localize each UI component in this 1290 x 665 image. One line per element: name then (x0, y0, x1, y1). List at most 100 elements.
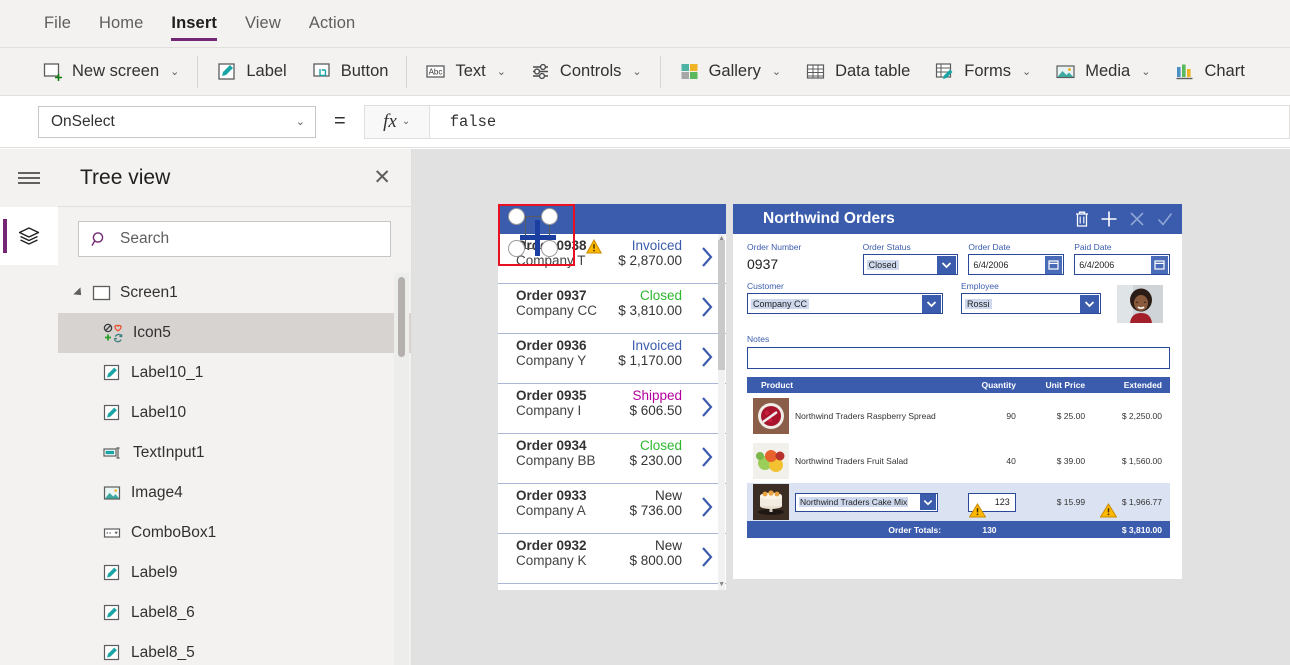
calendar-icon[interactable] (1151, 256, 1168, 274)
chevron-right-icon[interactable] (700, 396, 714, 418)
tree-item-image4[interactable]: Image4 (58, 473, 411, 513)
chevron-down-icon[interactable] (922, 295, 941, 313)
gallery-item[interactable]: Order 0935 Shipped Company I $ 606.50 (498, 384, 726, 434)
gallery-item[interactable]: Order 0933 New Company A $ 736.00 (498, 484, 726, 534)
gallery-item[interactable]: Order 0937 Closed Company CC $ 3,810.00 (498, 284, 726, 334)
field-label: Customer (747, 281, 943, 291)
menu-tab-home[interactable]: Home (85, 0, 157, 47)
menu-tab-file[interactable]: File (30, 0, 85, 47)
ribbon-button-button[interactable]: Button (299, 52, 401, 92)
field-employee: Employee Rossi (961, 281, 1101, 323)
tree-item-textinput1[interactable]: TextInput1 (58, 433, 411, 473)
chevron-right-icon[interactable] (700, 346, 714, 368)
move-crosshair-icon[interactable] (520, 220, 556, 256)
gallery-row-top: Order 0933 New (516, 488, 718, 503)
quantity-value: 123 (995, 497, 1010, 507)
orders-gallery[interactable]: Order 0938 Invoiced Company T $ 2,870.00 (498, 204, 726, 590)
field-label: Order Date (968, 242, 1064, 252)
tree-item-screen1[interactable]: Screen1 (58, 273, 411, 313)
ribbon-item-label: Forms (964, 62, 1011, 81)
ribbon-controls-button[interactable]: Controls ⌄ (518, 52, 654, 92)
order-company: Company K (516, 553, 587, 568)
chevron-down-icon[interactable] (1080, 295, 1099, 313)
product-warning-icon (969, 503, 986, 518)
ribbon-chart-button[interactable]: Chart (1162, 52, 1256, 92)
forms-icon (934, 61, 955, 82)
chevron-down-icon[interactable] (920, 494, 936, 510)
order-detail-form[interactable]: Northwind Orders (733, 204, 1182, 579)
scroll-down-icon[interactable]: ▼ (718, 581, 725, 588)
tree-item-combobox1[interactable]: ComboBox1 (58, 513, 411, 553)
cancel-icon[interactable] (1128, 210, 1146, 228)
order-status: Invoiced (632, 338, 682, 353)
order-status-dropdown[interactable]: Closed (863, 254, 959, 275)
customer-dropdown[interactable]: Company CC (747, 293, 943, 314)
detail-actions (1074, 210, 1174, 228)
employee-dropdown[interactable]: Rossi (961, 293, 1101, 314)
products-table-row[interactable]: Northwind Traders Fruit Salad 40 $ 39.00… (747, 438, 1170, 483)
confirm-icon[interactable] (1156, 210, 1174, 228)
delete-icon[interactable] (1074, 210, 1090, 228)
field-order-status: Order Status Closed (863, 242, 959, 275)
products-table: Product Quantity Unit Price Extended (747, 377, 1170, 538)
tree-item-label: ComboBox1 (131, 524, 216, 542)
ribbon-data-table-button[interactable]: Data table (793, 52, 922, 92)
add-icon[interactable] (1100, 210, 1118, 228)
ribbon-media-button[interactable]: Media ⌄ (1043, 52, 1162, 92)
products-table-edit-row[interactable]: Northwind Traders Cake Mix 123 (747, 483, 1170, 521)
tree-item-label9[interactable]: Label9 (58, 553, 411, 593)
label-control-icon (103, 404, 122, 422)
chevron-right-icon[interactable] (700, 296, 714, 318)
scroll-up-icon[interactable]: ▲ (718, 235, 725, 242)
gallery-row-bottom: Company K $ 800.00 (516, 553, 718, 568)
notes-input[interactable] (747, 347, 1170, 369)
calendar-icon[interactable] (1045, 256, 1062, 274)
ribbon-text-button[interactable]: Abc Text ⌄ (413, 52, 517, 92)
menu-tab-insert[interactable]: Insert (157, 0, 231, 47)
products-table-row[interactable]: Northwind Traders Raspberry Spread 90 $ … (747, 393, 1170, 438)
tree-item-label10[interactable]: Label10 (58, 393, 411, 433)
ribbon-item-label: Button (341, 62, 389, 81)
close-icon[interactable]: ✕ (373, 167, 391, 188)
rail-button-tree-view[interactable] (0, 207, 58, 265)
ribbon-item-label: Data table (835, 62, 910, 81)
order-date-picker[interactable]: 6/4/2006 (968, 254, 1064, 275)
tree-item-label8_6[interactable]: Label8_6 (58, 593, 411, 633)
hamburger-menu-button[interactable] (0, 149, 58, 207)
chevron-right-icon[interactable] (700, 446, 714, 468)
tree-search-wrap: Search (58, 207, 411, 273)
ribbon-new-screen-button[interactable]: New screen ⌄ (30, 52, 191, 92)
raspberry-spread-image (753, 398, 789, 434)
chevron-right-icon[interactable] (700, 496, 714, 518)
fx-button[interactable]: fx ⌄ (364, 105, 430, 139)
search-input[interactable]: Search (78, 221, 391, 257)
app-canvas[interactable]: Order 0938 Invoiced Company T $ 2,870.00 (412, 149, 1290, 665)
gallery-item[interactable]: Order 0934 Closed Company BB $ 230.00 (498, 434, 726, 484)
search-icon (91, 231, 108, 248)
gallery-scrollbar-thumb[interactable] (718, 240, 725, 370)
field-order-number: Order Number 0937 (747, 242, 853, 275)
chevron-down-icon[interactable] (937, 256, 956, 274)
product-combobox[interactable]: Northwind Traders Cake Mix (795, 493, 938, 512)
chevron-expand-icon[interactable] (73, 287, 84, 298)
chevron-right-icon[interactable] (700, 246, 714, 268)
menu-tab-label: Insert (171, 14, 217, 33)
tree-scrollbar-thumb[interactable] (398, 277, 405, 357)
ribbon-label-button[interactable]: Label (204, 52, 298, 92)
label-control-icon (103, 644, 122, 662)
tree-item-icon5[interactable]: Icon5 (58, 313, 411, 353)
ribbon-gallery-button[interactable]: Gallery ⌄ (667, 52, 793, 92)
chevron-right-icon[interactable] (700, 546, 714, 568)
gallery-item[interactable]: Order 0936 Invoiced Company Y $ 1,170.00 (498, 334, 726, 384)
formula-input[interactable]: false (430, 105, 1290, 139)
detail-body: Order Number 0937 Order Status Closed (733, 234, 1182, 538)
ribbon-forms-button[interactable]: Forms ⌄ (922, 52, 1043, 92)
gallery-item[interactable]: Order 0932 New Company K $ 800.00 (498, 534, 726, 584)
paid-date-picker[interactable]: 6/4/2006 (1074, 254, 1170, 275)
tree-item-label10_1[interactable]: Label10_1 (58, 353, 411, 393)
property-select[interactable]: OnSelect ⌄ (38, 106, 316, 138)
menu-tab-view[interactable]: View (231, 0, 295, 47)
tree-item-label8_5[interactable]: Label8_5 (58, 633, 411, 665)
order-amount: $ 736.00 (629, 503, 682, 518)
menu-tab-action[interactable]: Action (295, 0, 369, 47)
